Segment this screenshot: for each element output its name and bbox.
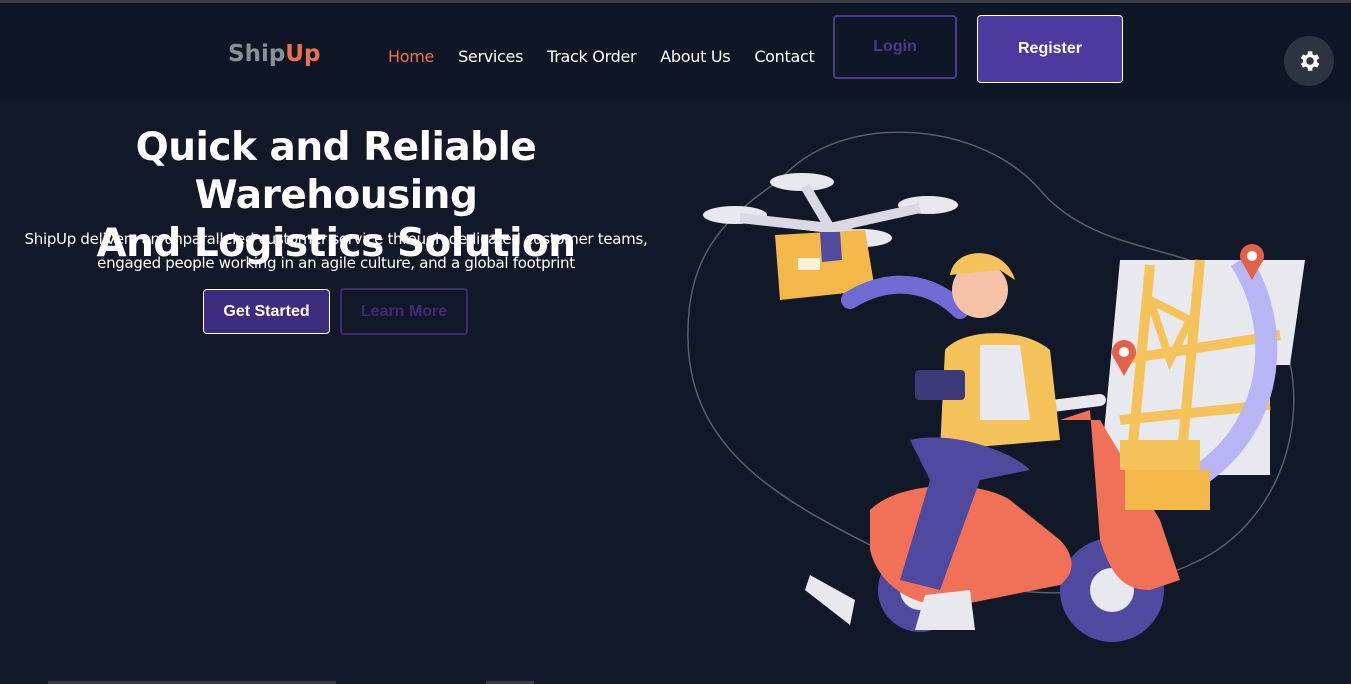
get-started-button[interactable]: Get Started	[203, 289, 330, 334]
learn-more-button[interactable]: Learn More	[340, 288, 468, 335]
settings-button[interactable]	[1284, 36, 1334, 86]
login-button[interactable]: Login	[833, 15, 957, 79]
site-header: ShipUp Home Services Track Order About U…	[0, 3, 1351, 100]
delivery-illustration	[687, 131, 1305, 642]
nav-about-us[interactable]: About Us	[660, 47, 730, 66]
gear-icon	[1300, 51, 1320, 71]
nav-track-order[interactable]: Track Order	[547, 47, 636, 66]
brand-logo-ship: Ship	[228, 41, 286, 67]
nav-services[interactable]: Services	[458, 47, 523, 66]
register-button[interactable]: Register	[977, 15, 1123, 83]
nav-contact[interactable]: Contact	[754, 47, 814, 66]
hero-title-line1: Quick and Reliable Warehousing	[135, 125, 537, 218]
main-nav: Home Services Track Order About Us Conta…	[388, 47, 838, 66]
hero-description-line1: ShipUp delivers an unparalleled customer…	[24, 230, 648, 248]
brand-logo-up: Up	[285, 41, 321, 67]
hero-description: ShipUp delivers an unparalleled customer…	[0, 227, 672, 275]
nav-home[interactable]: Home	[388, 47, 434, 66]
brand-logo[interactable]: ShipUp	[228, 41, 320, 67]
hero-description-line2: engaged people working in an agile cultu…	[97, 254, 575, 272]
